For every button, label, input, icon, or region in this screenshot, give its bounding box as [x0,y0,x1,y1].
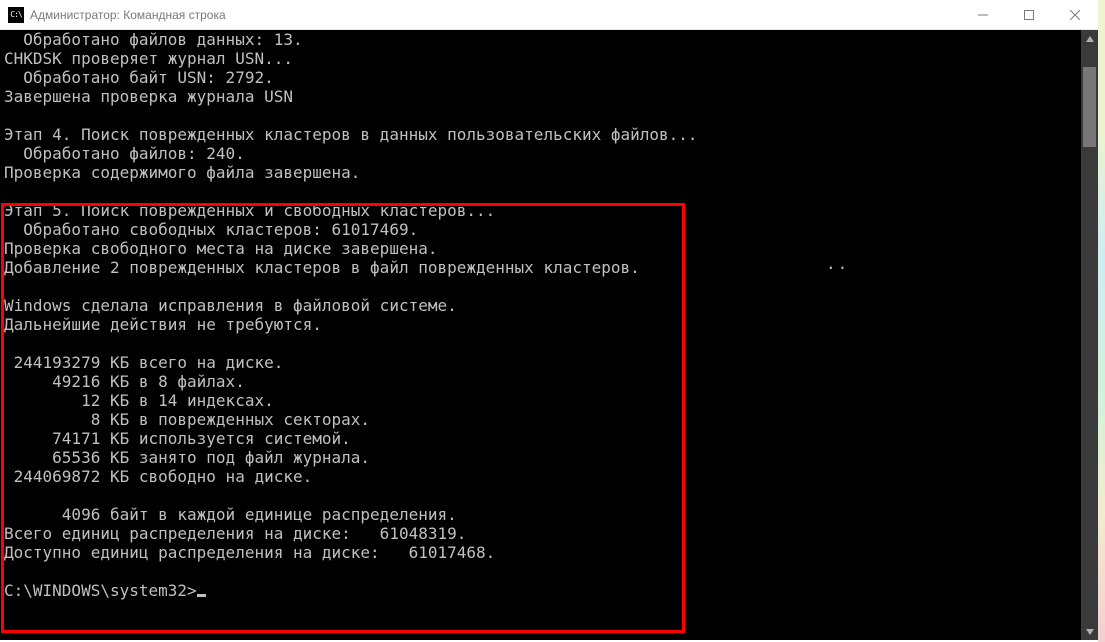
window-frame: C:\ Администратор: Командная строка Обра… [0,0,1098,640]
terminal-line: Завершена проверка журнала USN [4,87,1077,106]
prompt-text: C:\WINDOWS\system32> [4,581,197,600]
client-area: Обработано файлов данных: 13.CHKDSK пров… [0,30,1098,640]
terminal-line: Windows сделала исправления в файловой с… [4,296,1077,315]
terminal-line [4,562,1077,581]
terminal-line: Проверка содержимого файла завершена. [4,163,1077,182]
terminal-line: 12 КБ в 14 индексах. [4,391,1077,410]
close-button[interactable] [1052,0,1098,29]
terminal-line [4,334,1077,353]
terminal-line [4,486,1077,505]
scroll-down-arrow-icon[interactable] [1081,623,1098,640]
window-controls [960,0,1098,29]
terminal-line: Этап 4. Поиск поврежденных кластеров в д… [4,125,1077,144]
adjacent-window-peek [1098,0,1105,642]
prompt-line[interactable]: C:\WINDOWS\system32> [4,581,1077,600]
titlebar[interactable]: C:\ Администратор: Командная строка [0,0,1098,30]
terminal-line: 244069872 КБ свободно на диске. [4,467,1077,486]
scroll-thumb[interactable] [1083,67,1096,147]
scroll-track[interactable] [1081,47,1098,623]
terminal-line: Обработано свободных кластеров: 61017469… [4,220,1077,239]
minimize-button[interactable] [960,0,1006,29]
terminal-line: Обработано файлов: 240. [4,144,1077,163]
terminal-line: Проверка свободного места на диске завер… [4,239,1077,258]
terminal-line: Этап 5. Поиск поврежденных и свободных к… [4,201,1077,220]
terminal-line: Обработано файлов данных: 13. [4,30,1077,49]
terminal-line: 65536 КБ занято под файл журнала. [4,448,1077,467]
terminal-line [4,182,1077,201]
terminal-output[interactable]: Обработано файлов данных: 13.CHKDSK пров… [0,30,1081,640]
maximize-button[interactable] [1006,0,1052,29]
terminal-line: 8 КБ в поврежденных секторах. [4,410,1077,429]
terminal-line: Добавление 2 поврежденных кластеров в фа… [4,258,1077,277]
cursor [197,594,206,597]
app-icon: C:\ [8,7,24,23]
terminal-line: Обработано байт USN: 2792. [4,68,1077,87]
terminal-line [4,277,1077,296]
terminal-line: 244193279 КБ всего на диске. [4,353,1077,372]
terminal-line: CHKDSK проверяет журнал USN... [4,49,1077,68]
terminal-line: 49216 КБ в 8 файлах. [4,372,1077,391]
terminal-line: Дальнейшие действия не требуются. [4,315,1077,334]
terminal-line: Всего единиц распределения на диске: 610… [4,524,1077,543]
vertical-scrollbar[interactable] [1081,30,1098,640]
terminal-line: 4096 байт в каждой единице распределения… [4,505,1077,524]
terminal-line: 74171 КБ используется системой. [4,429,1077,448]
terminal-line [4,106,1077,125]
stray-text: .. [826,254,849,273]
terminal-line: Доступно единиц распределения на диске: … [4,543,1077,562]
scroll-up-arrow-icon[interactable] [1081,30,1098,47]
window-title: Администратор: Командная строка [30,8,960,22]
